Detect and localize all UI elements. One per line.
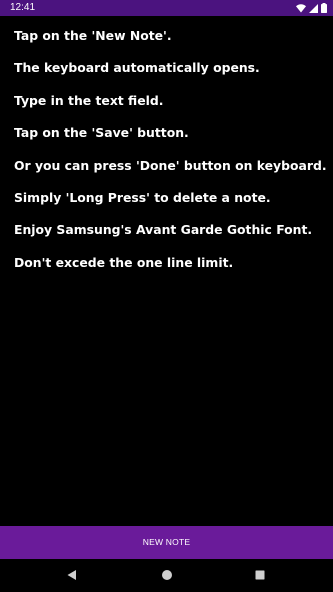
home-icon bbox=[161, 566, 173, 585]
instructions-list: Tap on the 'New Note'. The keyboard auto… bbox=[14, 28, 327, 287]
instruction-font: Enjoy Samsung's Avant Garde Gothic Font. bbox=[14, 222, 313, 238]
status-time: 12:41 bbox=[10, 2, 36, 13]
instruction-line-limit: Don't excede the one line limit. bbox=[14, 254, 234, 270]
back-button[interactable] bbox=[64, 567, 80, 583]
status-icons bbox=[296, 3, 327, 13]
instruction-save: Tap on the 'Save' button. bbox=[14, 125, 189, 141]
navigation-bar bbox=[0, 559, 333, 592]
status-bar: 12:41 bbox=[0, 0, 333, 16]
battery-icon bbox=[321, 3, 327, 13]
back-icon bbox=[66, 566, 78, 585]
recents-button[interactable] bbox=[252, 567, 268, 583]
signal-icon bbox=[309, 3, 318, 13]
instruction-keyboard: The keyboard automatically opens. bbox=[14, 60, 260, 76]
home-button[interactable] bbox=[159, 567, 175, 583]
instruction-new-note: Tap on the 'New Note'. bbox=[14, 28, 172, 43]
instruction-long-press: Simply 'Long Press' to delete a note. bbox=[14, 189, 271, 205]
instruction-done: Or you can press 'Done' button on keyboa… bbox=[14, 157, 327, 173]
wifi-icon bbox=[296, 3, 306, 13]
app-screen: 12:41 Tap on the 'New Note'. The keyboar… bbox=[0, 0, 333, 592]
instruction-type-text: Type in the text field. bbox=[14, 92, 164, 108]
recents-icon bbox=[254, 566, 266, 585]
new-note-button[interactable]: NEW NOTE bbox=[0, 526, 333, 559]
